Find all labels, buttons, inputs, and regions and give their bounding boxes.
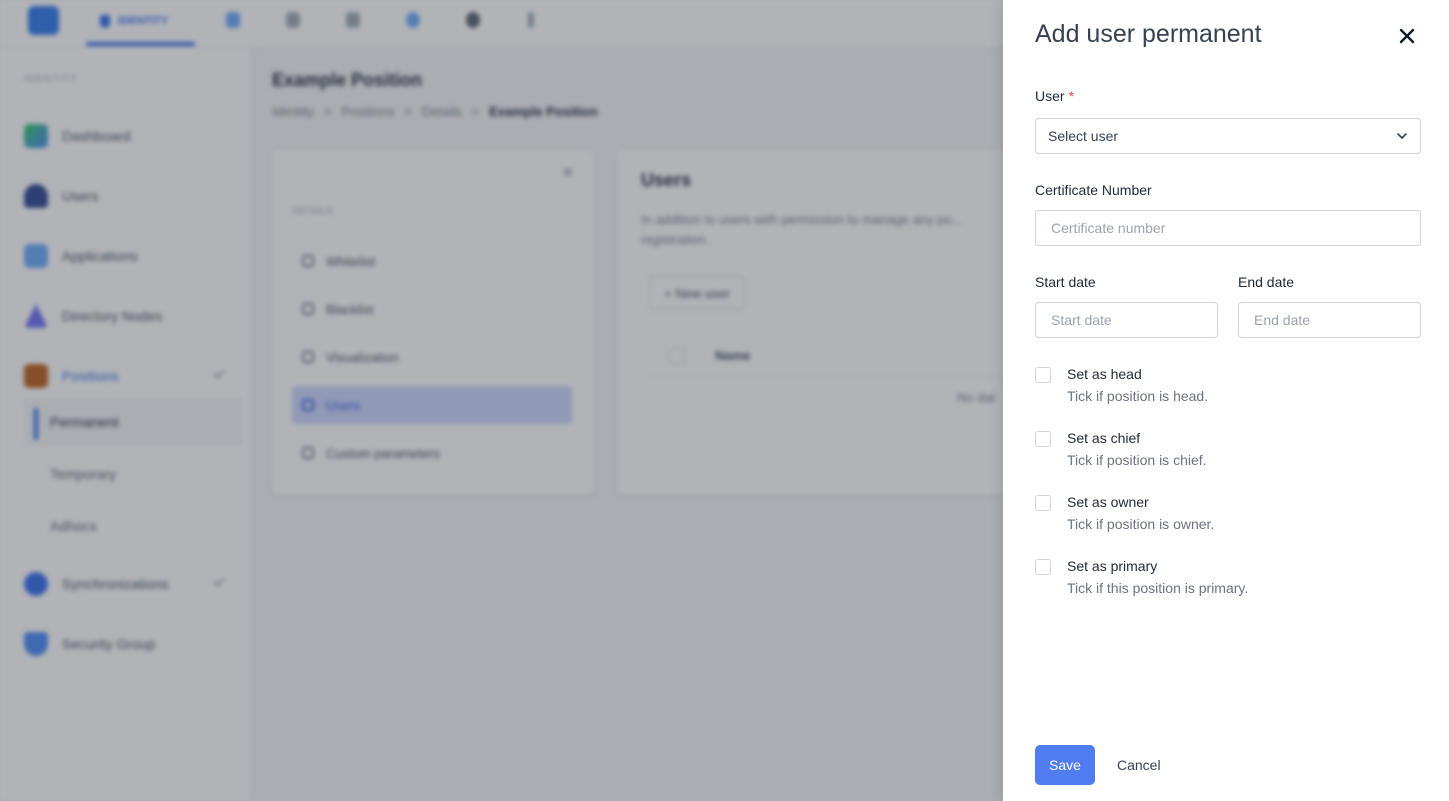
end-date-input[interactable] — [1238, 302, 1421, 338]
cancel-button[interactable]: Cancel — [1111, 745, 1167, 785]
user-field-label: User * — [1035, 88, 1075, 104]
close-icon — [1399, 28, 1415, 44]
user-select[interactable]: Select user — [1035, 118, 1421, 154]
certificate-field-label: Certificate Number — [1035, 182, 1152, 198]
set-as-owner-checkbox[interactable] — [1035, 495, 1051, 511]
set-as-chief-description: Tick if position is chief. — [1067, 452, 1207, 468]
drawer-title: Add user permanent — [1035, 20, 1262, 48]
set-as-chief-label[interactable]: Set as chief — [1067, 430, 1140, 446]
set-as-owner-label[interactable]: Set as owner — [1067, 494, 1149, 510]
set-as-primary-description: Tick if this position is primary. — [1067, 580, 1249, 596]
start-date-input[interactable] — [1035, 302, 1218, 338]
set-as-owner-description: Tick if position is owner. — [1067, 516, 1215, 532]
close-button[interactable] — [1395, 24, 1419, 48]
add-user-drawer: Add user permanent User * Select user Cer… — [1003, 0, 1449, 801]
save-button[interactable]: Save — [1035, 745, 1095, 785]
start-date-label: Start date — [1035, 274, 1096, 290]
required-marker: * — [1068, 88, 1075, 104]
certificate-number-input[interactable] — [1035, 210, 1421, 246]
user-select-value: Select user — [1048, 128, 1119, 144]
set-as-head-checkbox[interactable] — [1035, 367, 1051, 383]
set-as-primary-label[interactable]: Set as primary — [1067, 558, 1157, 574]
chevron-down-icon — [1397, 133, 1407, 139]
set-as-chief-checkbox[interactable] — [1035, 431, 1051, 447]
set-as-primary-checkbox[interactable] — [1035, 559, 1051, 575]
end-date-label: End date — [1238, 274, 1295, 290]
set-as-head-label[interactable]: Set as head — [1067, 366, 1142, 382]
set-as-head-description: Tick if position is head. — [1067, 388, 1209, 404]
